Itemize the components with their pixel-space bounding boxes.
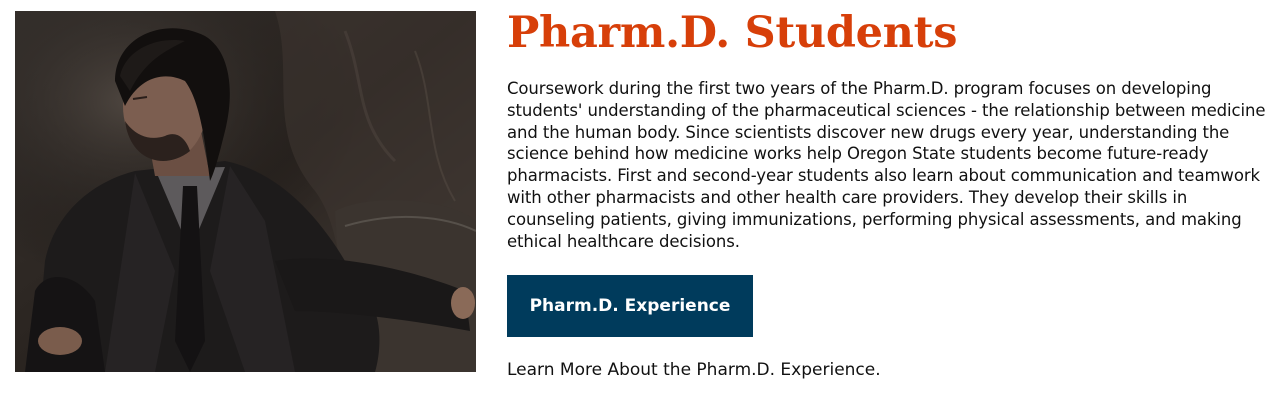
description-text: Coursework during the first two years of…: [507, 79, 1266, 251]
portrait-image: [15, 11, 476, 372]
pharmd-experience-button[interactable]: Pharm.D. Experience: [507, 275, 753, 337]
learn-more-link[interactable]: Learn More About the Pharm.D. Experience…: [507, 359, 881, 381]
page-title: Pharm.D. Students: [507, 8, 958, 58]
hero-photo: [15, 11, 476, 372]
